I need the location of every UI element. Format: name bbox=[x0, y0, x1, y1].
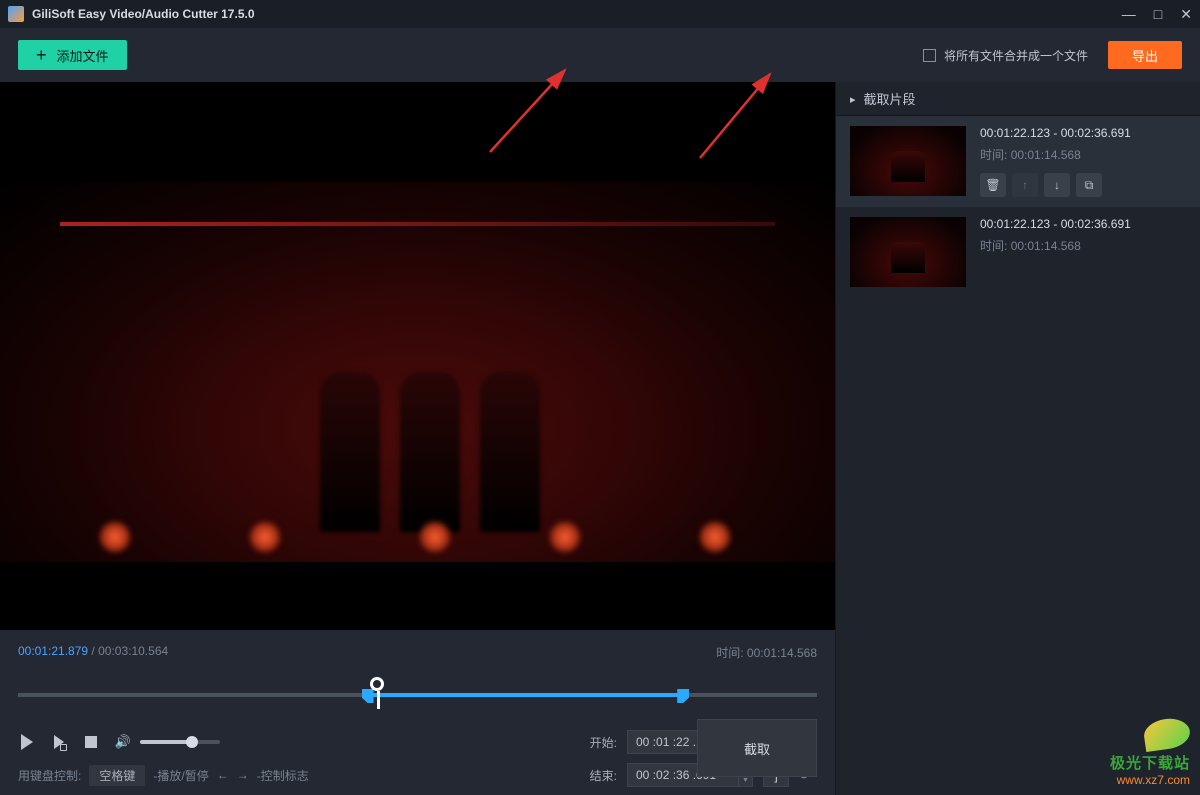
merge-all-label: 将所有文件合并成一个文件 bbox=[944, 47, 1088, 64]
right-arrow-key-icon: → bbox=[237, 768, 249, 782]
play-selection-button[interactable] bbox=[50, 733, 68, 751]
segments-title: 截取片段 bbox=[864, 89, 916, 108]
timeline-selection bbox=[362, 693, 682, 697]
segment-duration: 00:01:14.568 bbox=[1011, 148, 1081, 162]
play-button[interactable] bbox=[18, 733, 36, 751]
selection-end-handle[interactable] bbox=[677, 689, 689, 703]
selection-start-handle[interactable] bbox=[362, 689, 374, 703]
copy-segment-button[interactable]: ⧉ bbox=[1076, 173, 1102, 197]
app-title: GiliSoft Easy Video/Audio Cutter 17.5.0 bbox=[32, 7, 255, 21]
segment-range: 00:01:22.123 - 00:02:36.691 bbox=[980, 217, 1131, 231]
left-arrow-key-icon: ← bbox=[217, 768, 229, 782]
play-pause-hint: -播放/暂停 bbox=[153, 767, 208, 784]
segment-range: 00:01:22.123 - 00:02:36.691 bbox=[980, 126, 1131, 140]
keyboard-ctrl-label: 用键盘控制: bbox=[18, 767, 81, 784]
volume-icon[interactable] bbox=[114, 733, 132, 751]
stop-button[interactable] bbox=[82, 733, 100, 751]
segments-header[interactable]: 截取片段 bbox=[836, 82, 1200, 116]
space-key-badge: 空格键 bbox=[89, 765, 145, 786]
titlebar: GiliSoft Easy Video/Audio Cutter 17.5.0 … bbox=[0, 0, 1200, 28]
export-button[interactable]: 导出 bbox=[1108, 41, 1182, 69]
maximize-button[interactable]: □ bbox=[1154, 6, 1162, 23]
start-label: 开始: bbox=[587, 734, 617, 751]
playhead[interactable] bbox=[370, 677, 384, 691]
delete-segment-button[interactable]: 🗑 bbox=[980, 173, 1006, 197]
controls-panel: 00:01:21.879 / 00:03:10.564 时间: 00:01:14… bbox=[0, 630, 835, 795]
selection-duration-label: 时间: bbox=[716, 646, 743, 660]
add-file-label: 添加文件 bbox=[57, 46, 109, 65]
checkbox-icon bbox=[923, 49, 936, 62]
segment-thumbnail bbox=[850, 217, 966, 287]
toolbar: + 添加文件 将所有文件合并成一个文件 导出 bbox=[0, 28, 1200, 82]
cut-button[interactable]: 截取 bbox=[697, 719, 817, 777]
video-preview[interactable] bbox=[0, 82, 835, 630]
control-flag-hint: -控制标志 bbox=[257, 767, 309, 784]
move-down-button[interactable]: ↓ bbox=[1044, 173, 1070, 197]
add-file-button[interactable]: + 添加文件 bbox=[18, 40, 127, 70]
chevron-right-icon bbox=[850, 91, 856, 106]
selection-duration: 00:01:14.568 bbox=[747, 646, 817, 660]
merge-all-checkbox[interactable]: 将所有文件合并成一个文件 bbox=[923, 47, 1088, 64]
app-logo-icon bbox=[8, 6, 24, 22]
move-up-button[interactable]: ↑ bbox=[1012, 173, 1038, 197]
volume-slider[interactable] bbox=[140, 740, 220, 744]
total-time: 00:03:10.564 bbox=[98, 644, 168, 661]
current-time: 00:01:21.879 bbox=[18, 644, 88, 661]
segment-item[interactable]: 00:01:22.123 - 00:02:36.691 时间: 00:01:14… bbox=[836, 116, 1200, 207]
video-frame bbox=[0, 182, 835, 562]
close-button[interactable]: ✕ bbox=[1180, 6, 1192, 23]
plus-icon: + bbox=[36, 46, 47, 64]
segments-panel: 截取片段 00:01:22.123 - 00:02:36.691 时间: 00:… bbox=[835, 82, 1200, 795]
end-label: 结束: bbox=[587, 767, 617, 784]
segment-duration: 00:01:14.568 bbox=[1011, 239, 1081, 253]
segment-thumbnail bbox=[850, 126, 966, 196]
segment-item[interactable]: 00:01:22.123 - 00:02:36.691 时间: 00:01:14… bbox=[836, 207, 1200, 297]
timeline[interactable] bbox=[18, 675, 817, 715]
minimize-button[interactable]: — bbox=[1122, 6, 1136, 23]
